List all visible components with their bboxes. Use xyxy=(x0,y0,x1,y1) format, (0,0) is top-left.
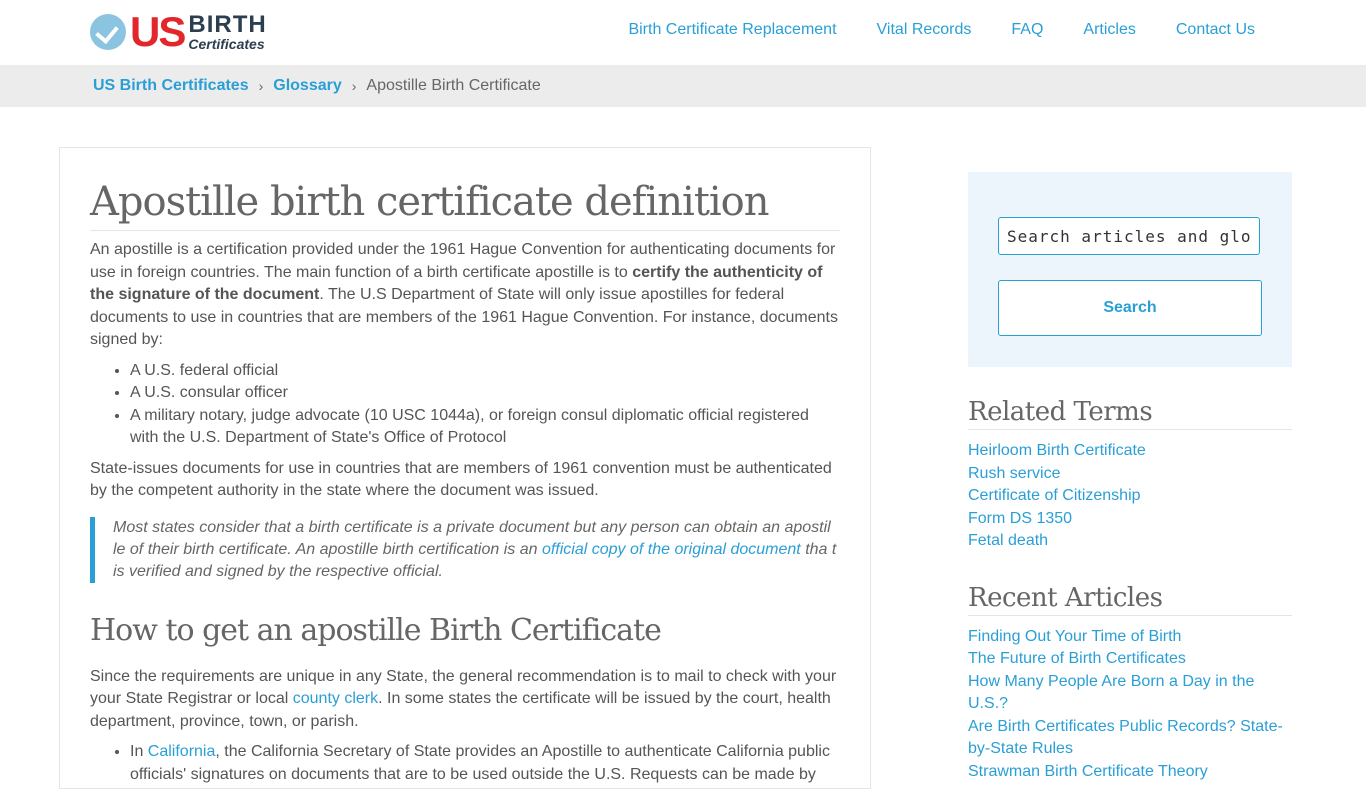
quote: Most states consider that a birth certif… xyxy=(90,516,840,583)
list-item: Form DS 1350 xyxy=(968,508,1292,531)
list-item: The Future of Birth Certificates xyxy=(968,648,1292,671)
list-item: A U.S. consular officer xyxy=(130,382,840,405)
nav-articles[interactable]: Articles xyxy=(1083,21,1135,39)
list-item: Rush service xyxy=(968,463,1292,486)
states-list: In California, the California Secretary … xyxy=(90,741,840,786)
related-term-link[interactable]: Form DS 1350 xyxy=(968,510,1072,527)
related-term-link[interactable]: Fetal death xyxy=(968,532,1048,549)
logo-certificates: Certificates xyxy=(188,36,265,52)
page-title: Apostille birth certificate definition xyxy=(90,178,840,231)
breadcrumb-current: Apostille Birth Certificate xyxy=(366,77,541,94)
list-item: A U.S. federal official xyxy=(130,360,840,383)
list-item: In California, the California Secretary … xyxy=(130,741,840,786)
main-nav: Birth Certificate Replacement Vital Reco… xyxy=(588,21,1255,39)
list-item: Strawman Birth Certificate Theory xyxy=(968,761,1292,784)
nav-birth-certificate-replacement[interactable]: Birth Certificate Replacement xyxy=(628,21,836,39)
breadcrumb-glossary[interactable]: Glossary xyxy=(273,77,341,95)
recent-article-link[interactable]: Finding Out Your Time of Birth xyxy=(968,628,1181,645)
recent-articles-heading: Recent Articles xyxy=(968,583,1292,616)
list-item: Fetal death xyxy=(968,530,1292,553)
li-text-2: , the California Secretary of State prov… xyxy=(130,743,830,783)
recent-article-link[interactable]: How Many People Are Born a Day in the U.… xyxy=(968,673,1254,713)
search-button[interactable]: Search xyxy=(998,280,1262,336)
intro-paragraph: An apostille is a certification provided… xyxy=(90,239,840,352)
signers-list: A U.S. federal official A U.S. consular … xyxy=(90,360,840,450)
recent-article-link[interactable]: Are Birth Certificates Public Records? S… xyxy=(968,718,1283,758)
logo-us: US xyxy=(130,8,186,55)
article-content: Apostille birth certificate definition A… xyxy=(59,147,871,789)
nav-contact-us[interactable]: Contact Us xyxy=(1176,21,1255,39)
list-item: Finding Out Your Time of Birth xyxy=(968,626,1292,649)
list-item: A military notary, judge advocate (10 US… xyxy=(130,405,840,450)
related-term-link[interactable]: Rush service xyxy=(968,465,1060,482)
breadcrumb-home[interactable]: US Birth Certificates xyxy=(93,77,249,95)
search-input[interactable] xyxy=(998,217,1260,255)
california-link[interactable]: California xyxy=(148,743,216,760)
county-clerk-link[interactable]: county clerk xyxy=(293,690,378,707)
recent-article-link[interactable]: The Future of Birth Certificates xyxy=(968,650,1186,667)
breadcrumb: US Birth Certificates › Glossary › Apost… xyxy=(0,65,1366,107)
logo-birth: BIRTH xyxy=(188,11,267,38)
related-terms-list: Heirloom Birth Certificate Rush service … xyxy=(968,440,1292,553)
recent-article-link[interactable]: Strawman Birth Certificate Theory xyxy=(968,763,1208,780)
section-heading: How to get an apostille Birth Certificat… xyxy=(90,612,662,648)
li-text: In xyxy=(130,743,148,760)
checkmark-icon xyxy=(90,14,126,50)
site-header: US BIRTH Certificates Birth Certificate … xyxy=(0,0,1366,65)
list-item: Certificate of Citizenship xyxy=(968,485,1292,508)
list-item: How Many People Are Born a Day in the U.… xyxy=(968,671,1292,716)
related-term-link[interactable]: Heirloom Birth Certificate xyxy=(968,442,1146,459)
breadcrumb-separator: › xyxy=(258,78,264,94)
sidebar: Search Related Terms Heirloom Birth Cert… xyxy=(968,172,1292,783)
recent-articles-list: Finding Out Your Time of Birth The Futur… xyxy=(968,626,1292,784)
related-terms-heading: Related Terms xyxy=(968,397,1292,430)
official-copy-link[interactable]: official copy of the original document xyxy=(542,541,801,558)
related-term-link[interactable]: Certificate of Citizenship xyxy=(968,487,1141,504)
breadcrumb-separator: › xyxy=(351,78,357,94)
site-logo[interactable]: US BIRTH Certificates xyxy=(90,8,267,55)
state-paragraph: State-issues documents for use in countr… xyxy=(90,459,832,500)
search-panel: Search xyxy=(968,172,1292,367)
list-item: Heirloom Birth Certificate xyxy=(968,440,1292,463)
nav-faq[interactable]: FAQ xyxy=(1011,21,1043,39)
nav-vital-records[interactable]: Vital Records xyxy=(877,21,972,39)
list-item: Are Birth Certificates Public Records? S… xyxy=(968,716,1292,761)
how-to-paragraph: Since the requirements are unique in any… xyxy=(90,666,840,734)
